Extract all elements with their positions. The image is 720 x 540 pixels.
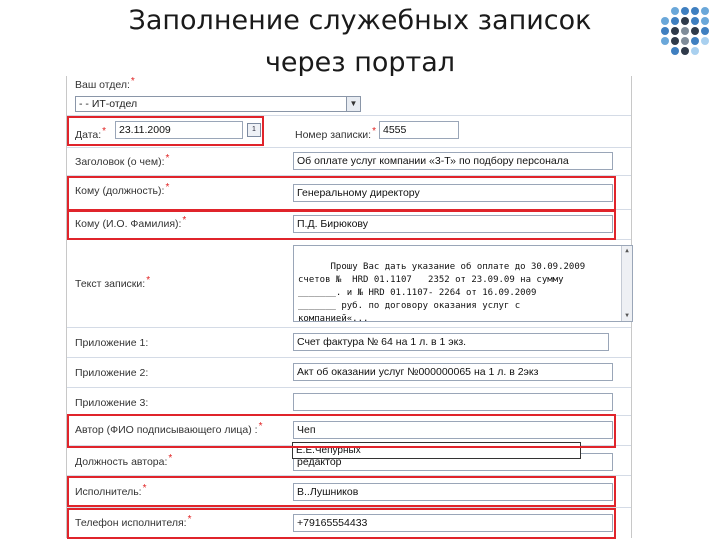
body-text-textarea[interactable]: Прошу Вас дать указание об оплате до 30.… — [293, 245, 633, 322]
required-mark: * — [130, 76, 135, 87]
department-select[interactable]: - - ИТ-отдел ▼ — [75, 96, 361, 112]
slide-title-line1: Заполнение служебных записок — [128, 5, 592, 36]
subject-label: Заголовок (о чем):* — [75, 153, 170, 168]
logo-dot — [681, 27, 689, 35]
chevron-down-icon[interactable]: ▼ — [346, 97, 360, 111]
attachment-2-label: Приложение 2: — [75, 367, 149, 379]
logo-dot — [701, 17, 709, 25]
highlight-executor-phone — [67, 508, 616, 539]
logo-dot — [701, 7, 709, 15]
dot-grid-logo — [661, 7, 713, 59]
attachment-1-label: Приложение 1: — [75, 337, 149, 349]
logo-dot — [701, 37, 709, 45]
row-attachment-2: Приложение 2: Акт об оказании услуг №000… — [67, 358, 631, 388]
body-text-label: Текст записки:* — [75, 275, 151, 290]
logo-dot — [671, 47, 679, 55]
logo-dot — [681, 37, 689, 45]
highlight-date — [67, 116, 264, 146]
required-mark: * — [372, 126, 376, 137]
note-number-label: Номер записки:* — [295, 126, 376, 141]
logo-dot — [701, 27, 709, 35]
attachment-3-label: Приложение 3: — [75, 397, 149, 409]
logo-dot — [691, 7, 699, 15]
slide-title: Заполнение служебных записок через порта… — [60, 0, 660, 84]
logo-dot — [671, 7, 679, 15]
note-number-input[interactable]: 4555 — [379, 121, 459, 139]
logo-dot — [671, 37, 679, 45]
logo-dot — [661, 27, 669, 35]
attachment-1-input[interactable]: Счет фактура № 64 на 1 л. в 1 экз. — [293, 333, 609, 351]
row-body-text: Текст записки:* Прошу Вас дать указание … — [67, 240, 633, 328]
logo-dot — [681, 17, 689, 25]
highlight-to-name — [67, 210, 616, 240]
attachment-3-input[interactable] — [293, 393, 613, 411]
logo-dot — [691, 27, 699, 35]
subject-input[interactable]: Об оплате услуг компании «3-Т» по подбор… — [293, 152, 613, 170]
author-position-label: Должность автора:* — [75, 453, 173, 468]
required-mark: * — [146, 275, 151, 286]
department-label: Ваш отдел:* — [75, 76, 135, 91]
attachment-2-input[interactable]: Акт об оказании услуг №000000065 на 1 л.… — [293, 363, 613, 381]
logo-dot — [671, 17, 679, 25]
logo-dot — [691, 47, 699, 55]
highlight-author — [67, 414, 616, 448]
department-value: - - ИТ-отдел — [79, 98, 138, 110]
row-attachment-3: Приложение 3: — [67, 388, 631, 416]
highlight-executor — [67, 476, 616, 507]
required-mark: * — [168, 453, 173, 464]
logo-dot — [671, 27, 679, 35]
highlight-to-position — [67, 176, 616, 211]
required-mark: * — [165, 153, 170, 164]
logo-dot — [681, 47, 689, 55]
logo-dot — [661, 17, 669, 25]
row-department: Ваш отдел:* - - ИТ-отдел ▼ — [67, 76, 631, 116]
row-subject: Заголовок (о чем):* Об оплате услуг комп… — [67, 148, 631, 176]
scroll-up-icon[interactable]: ▲ — [622, 246, 632, 256]
logo-dot — [681, 7, 689, 15]
scroll-down-icon[interactable]: ▼ — [622, 311, 632, 321]
textarea-scrollbar[interactable]: ▲ ▼ — [621, 246, 632, 321]
logo-dot — [691, 17, 699, 25]
row-attachment-1: Приложение 1: Счет фактура № 64 на 1 л. … — [67, 328, 631, 358]
logo-dot — [691, 37, 699, 45]
logo-dot — [661, 37, 669, 45]
body-text-value: Прошу Вас дать указание об оплате до 30.… — [298, 262, 586, 322]
